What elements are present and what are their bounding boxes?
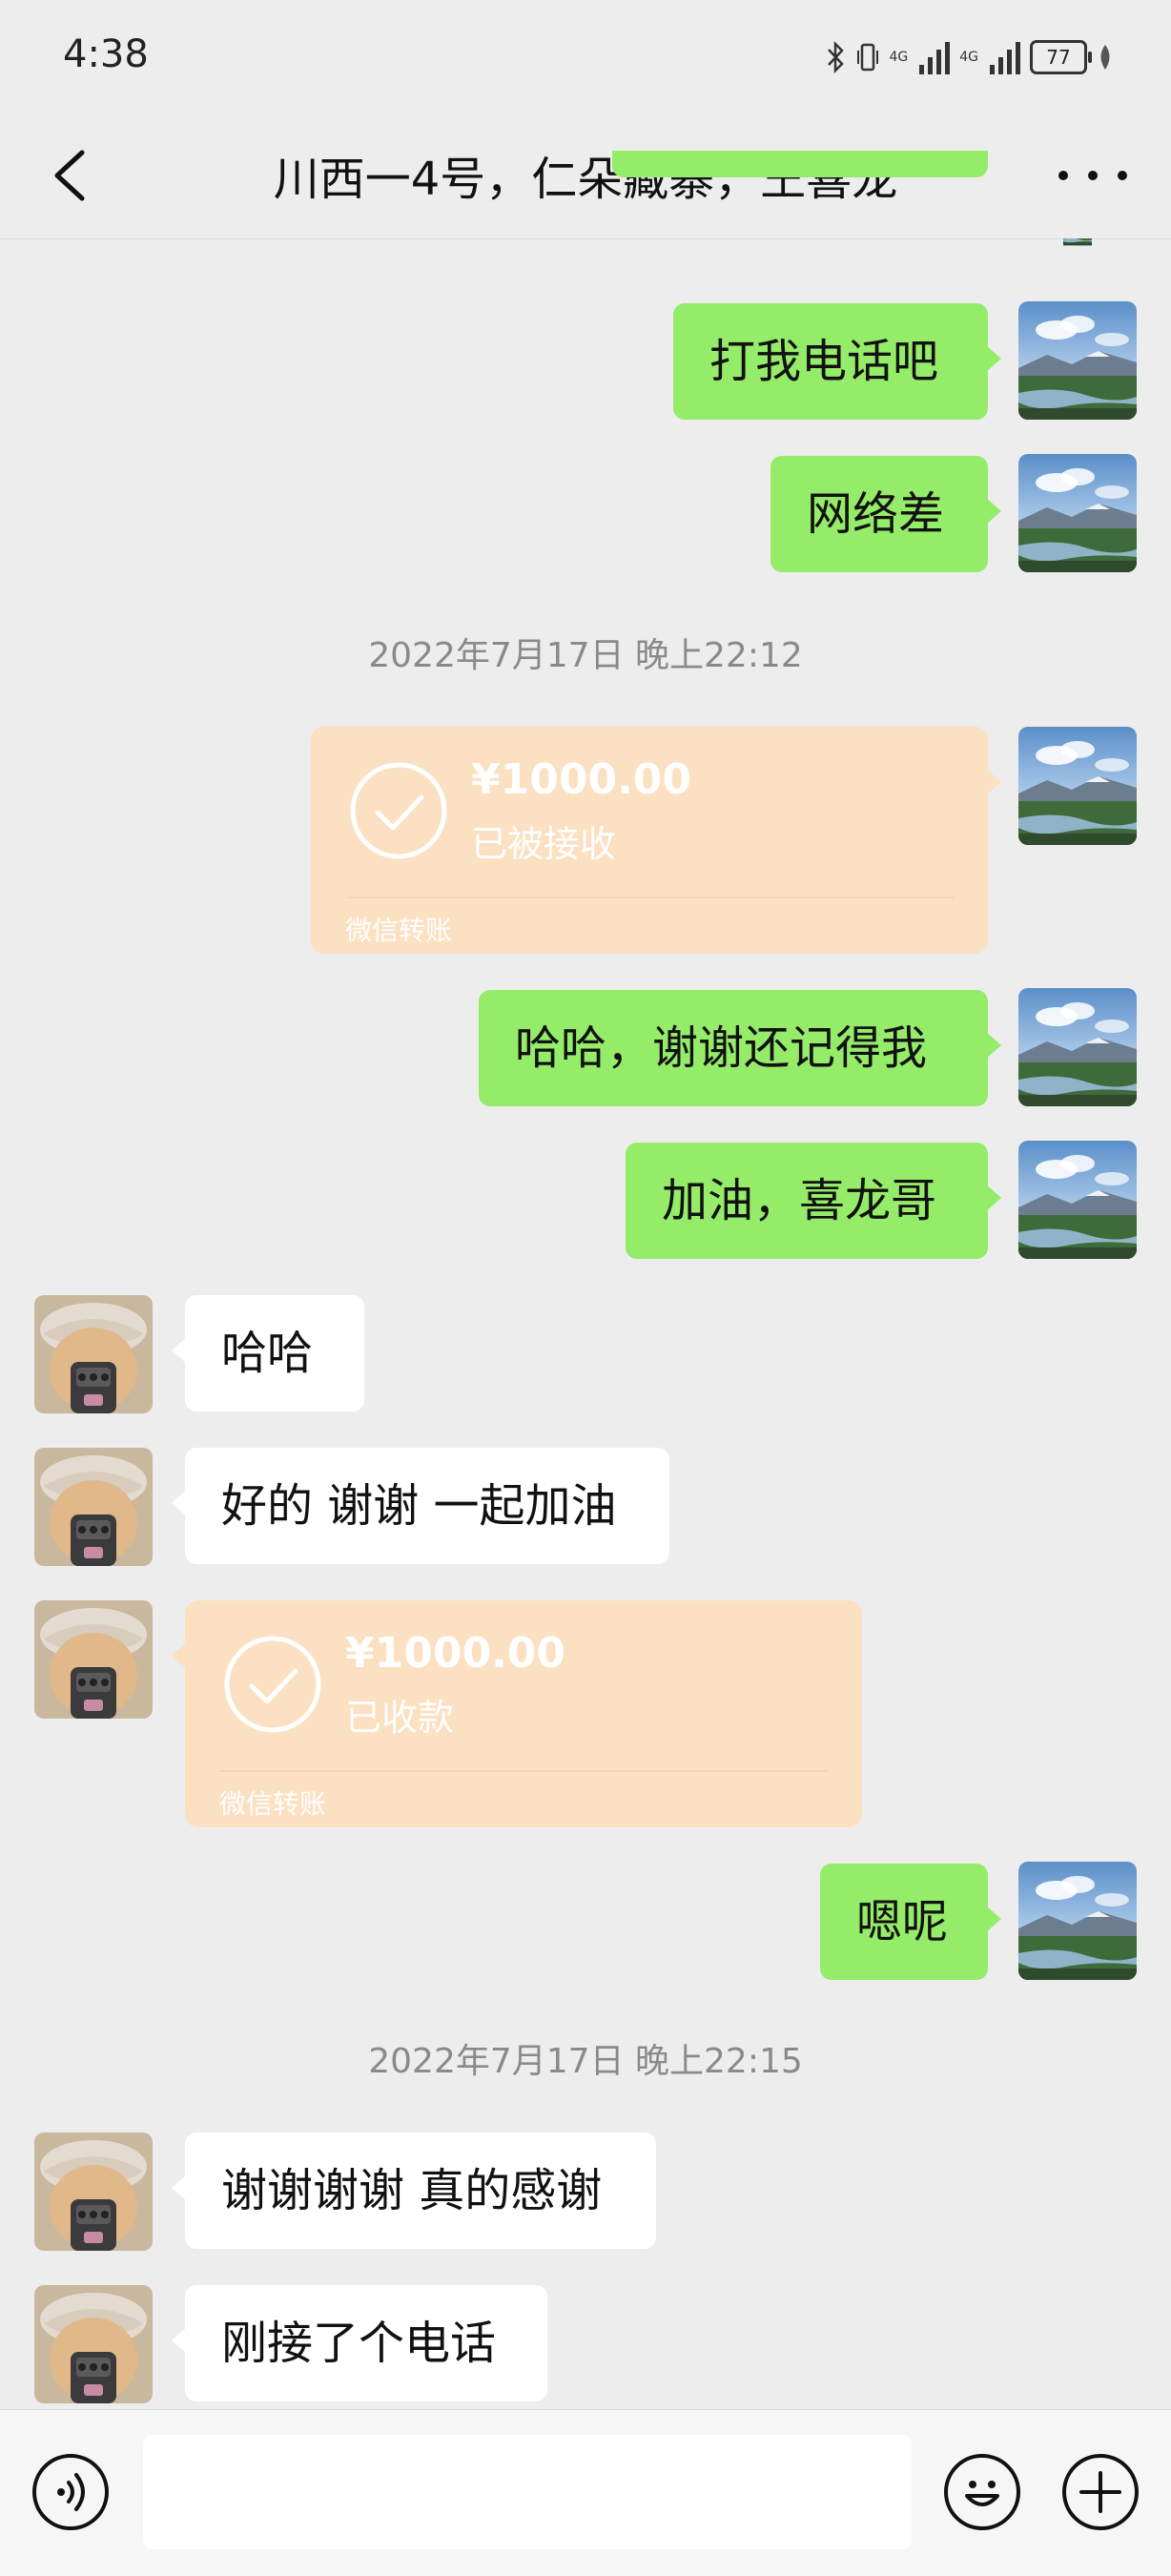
signal-icon [919,40,951,74]
plus-icon[interactable] [1062,2454,1139,2530]
check-icon [350,762,447,859]
message-bubble[interactable]: 哈哈 [172,1295,364,1412]
status-time: 4:38 [63,32,149,76]
my-avatar[interactable] [1018,1862,1137,1980]
battery-icon: 77 [1030,40,1092,74]
more-icon[interactable] [1058,149,1127,202]
message-bubble[interactable]: 网络差 [770,456,1001,572]
my-avatar[interactable] [1018,727,1137,845]
message-bubble[interactable]: 加油，喜龙哥 [626,1143,1001,1259]
contact-avatar[interactable] [34,1448,153,1566]
vibrate-icon [857,43,879,72]
contact-avatar[interactable] [34,2285,153,2403]
my-avatar[interactable] [1018,454,1137,572]
chat-header: 川西一4号，仁朵藏寨，王喜龙 [0,114,1171,239]
signal-icon-2 [990,40,1020,74]
input-bar [0,2409,1171,2576]
my-avatar[interactable] [1018,988,1137,1106]
my-avatar[interactable] [1018,1141,1137,1259]
timestamp: 2022年7月17日 晚上22:12 [368,636,803,675]
message-bubble[interactable]: 好的 谢谢 一起加油 [172,1448,669,1564]
transfer-amount: ¥1000.00 [345,1629,566,1678]
check-icon [224,1636,321,1733]
transfer-status: 已被接收 [471,823,617,865]
contact-avatar[interactable] [34,2133,153,2251]
timestamp: 2022年7月17日 晚上22:15 [368,2042,803,2081]
contact-avatar[interactable] [34,1600,153,1719]
transfer-amount: ¥1000.00 [471,755,692,804]
network-label-2: 4G [959,50,978,65]
message-input[interactable] [143,2435,912,2549]
message-bubble[interactable]: 谢谢谢谢 真的感谢 [172,2133,656,2249]
my-avatar[interactable] [1018,301,1137,420]
status-bar: 4:38 4G 4G 77 [0,0,1171,114]
transfer-card[interactable]: ¥1000.00 已收款 微信转账 [172,1600,862,1827]
message-bubble[interactable]: 刚接了个电话 [172,2285,547,2401]
back-icon[interactable] [42,145,103,206]
message-bubble[interactable]: 嗯呢 [820,1864,1001,1980]
divider [345,896,954,898]
voice-icon[interactable] [32,2454,109,2530]
transfer-status: 已收款 [345,1697,455,1739]
bluetooth-icon [828,41,845,73]
transfer-label: 微信转账 [345,915,453,946]
my-avatar[interactable] [1018,238,1137,267]
network-label-1: 4G [889,50,909,65]
charging-leaf-icon [1100,45,1110,70]
emoji-icon[interactable] [944,2454,1020,2530]
message-bubble[interactable]: 哈哈，谢谢还记得我 [479,990,1001,1106]
divider [219,1770,828,1772]
contact-avatar[interactable] [34,1295,153,1413]
message-bubble[interactable]: 打我电话吧 [673,303,1001,420]
transfer-label: 微信转账 [219,1788,327,1820]
status-icons: 4G 4G 77 [826,34,1114,80]
transfer-card[interactable]: ¥1000.00 已被接收 微信转账 [311,727,1001,954]
